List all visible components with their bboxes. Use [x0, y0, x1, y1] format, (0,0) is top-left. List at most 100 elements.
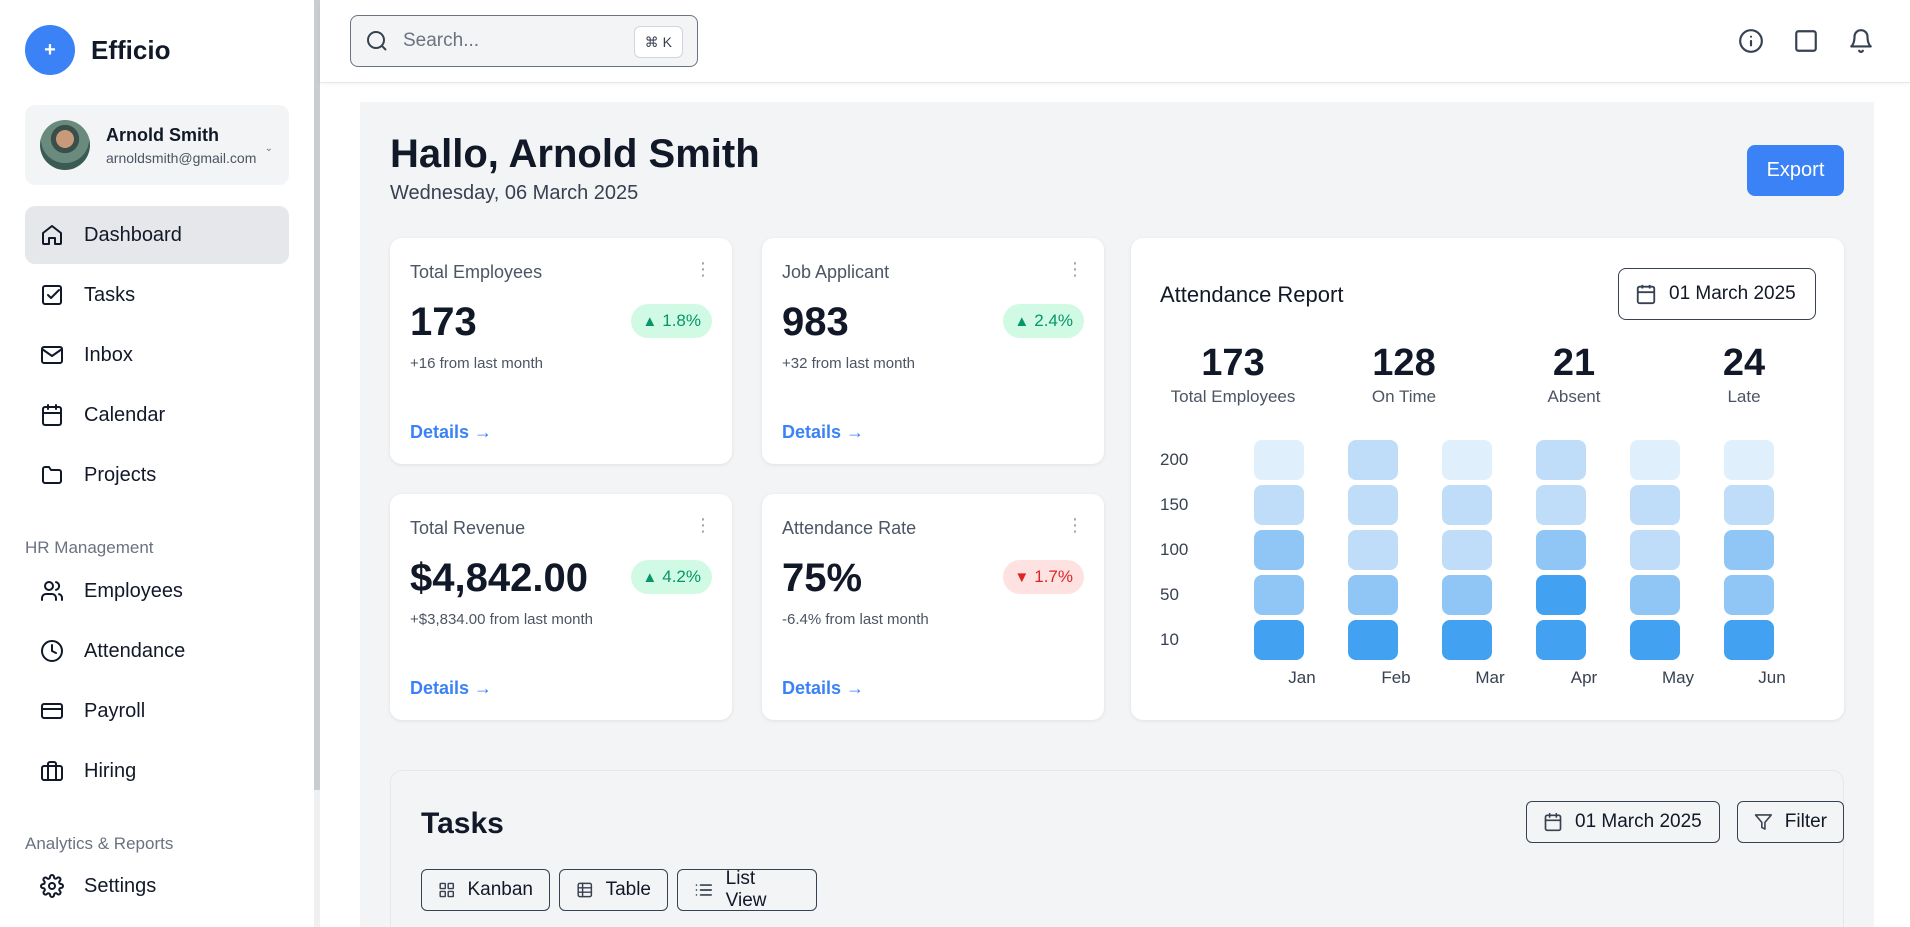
grid-icon — [439, 882, 455, 898]
export-button[interactable]: Export — [1747, 145, 1844, 196]
x-tick-label: Jun — [1758, 668, 1786, 687]
summary-absent: 21 Absent — [1499, 342, 1649, 407]
sidebar-item-tasks[interactable]: Tasks — [25, 266, 289, 324]
change-value: 1.7% — [1034, 567, 1073, 586]
info-button[interactable] — [1738, 28, 1764, 54]
sidebar-scrollbar-thumb[interactable] — [314, 0, 320, 790]
sidebar-item-label: Projects — [84, 463, 157, 486]
more-icon[interactable]: ⋮ — [694, 260, 712, 278]
square-icon — [1795, 30, 1817, 52]
details-link[interactable]: Details → — [410, 678, 492, 699]
credit-card-icon — [41, 703, 63, 719]
change-value: 4.2% — [662, 567, 701, 586]
sidebar-item-hiring[interactable]: Hiring — [25, 742, 289, 800]
sidebar-item-label: Attendance — [84, 639, 186, 662]
brand-logo: + — [25, 25, 75, 75]
sidebar-item-attendance[interactable]: Attendance — [25, 622, 289, 680]
sidebar-item-inbox[interactable]: Inbox — [25, 326, 289, 384]
main-content: Hallo, Arnold Smith Wednesday, 06 March … — [360, 102, 1874, 927]
sidebar-item-payroll[interactable]: Payroll — [25, 682, 289, 740]
y-tick-label: 50 — [1160, 585, 1179, 604]
search-placeholder: Search... — [403, 30, 480, 51]
list-icon — [695, 884, 713, 896]
mail-icon — [41, 346, 63, 364]
sidebar-item-label: Calendar — [84, 403, 166, 426]
stat-subtext: +$3,834.00 from last month — [410, 611, 594, 628]
attendance-report-card: Attendance Report 01 March 2025 173 Tota… — [1131, 238, 1844, 720]
x-tick-label: May — [1661, 668, 1695, 687]
arrow-down-icon: ▼ — [1014, 568, 1030, 586]
heatmap-cell — [1724, 485, 1774, 525]
stat-value: 173 — [410, 300, 477, 344]
search-input[interactable]: Search... ⌘ K — [350, 15, 698, 67]
chevron-down-icon: ⌄ — [264, 143, 273, 154]
heatmap-cell — [1348, 620, 1398, 660]
section-label-analytics: Analytics & Reports — [25, 834, 174, 853]
sidebar-scrollbar-track[interactable] — [314, 790, 320, 927]
sidebar-item-settings[interactable]: Settings — [25, 857, 289, 915]
details-link[interactable]: Details → — [410, 422, 492, 443]
stat-subtext: +16 from last month — [410, 355, 543, 372]
search-shortcut: ⌘ K — [633, 26, 683, 58]
stat-value: 75% — [782, 556, 863, 600]
tasks-panel: Tasks 01 March 2025 Filter Kanban Table … — [390, 770, 1844, 927]
summary-late: 24 Late — [1669, 342, 1819, 407]
view-table-button[interactable]: Table — [559, 869, 668, 911]
heatmap-cell — [1348, 440, 1398, 480]
stat-card-total-employees: Total Employees ⋮ 173 ▲ 1.8% +16 from las… — [390, 238, 732, 464]
view-list-button[interactable]: List View — [677, 868, 817, 911]
heatmap-cell — [1536, 575, 1586, 615]
user-profile-card[interactable]: Arnold Smith arnoldsmith@gmail.com ⌄ — [25, 105, 289, 185]
gear-icon — [40, 874, 64, 898]
heatmap-cell — [1724, 440, 1774, 480]
summary-label: Absent — [1547, 387, 1601, 406]
sidebar-item-dashboard[interactable]: Dashboard — [25, 206, 289, 264]
filter-button[interactable]: Filter — [1737, 801, 1844, 843]
briefcase-icon — [41, 761, 63, 781]
heatmap-cell — [1536, 530, 1586, 570]
brand[interactable]: + Efficio — [25, 25, 170, 75]
tasks-date-picker[interactable]: 01 March 2025 — [1526, 801, 1720, 843]
stat-title: Job Applicant — [782, 262, 890, 282]
stat-title: Attendance Rate — [782, 518, 917, 538]
summary-total-employees: 173 Total Employees — [1158, 342, 1308, 407]
sidebar-item-label: Inbox — [84, 343, 133, 366]
stat-title: Total Revenue — [410, 518, 526, 538]
sidebar-item-calendar[interactable]: Calendar — [25, 386, 289, 444]
view-label: Table — [605, 879, 651, 900]
folder-icon — [42, 466, 62, 484]
user-name: Arnold Smith — [106, 124, 219, 145]
view-label: Kanban — [467, 879, 533, 900]
heatmap-cell — [1442, 575, 1492, 615]
x-tick-label: Apr — [1570, 668, 1598, 687]
info-icon — [1739, 29, 1763, 53]
sidebar-item-employees[interactable]: Employees — [25, 562, 289, 620]
bell-icon — [1850, 29, 1872, 53]
stat-card-attendance-rate: Attendance Rate ⋮ 75% ▼ 1.7% -6.4% from l… — [762, 494, 1104, 720]
user-email: arnoldsmith@gmail.com — [106, 149, 257, 166]
heatmap-cell — [1536, 620, 1586, 660]
view-label: List View — [725, 868, 767, 911]
summary-value: 24 — [1722, 342, 1766, 384]
heatmap-cell — [1348, 485, 1398, 525]
details-link[interactable]: Details → — [782, 422, 864, 443]
home-icon — [42, 225, 62, 245]
more-icon[interactable]: ⋮ — [1066, 260, 1084, 278]
view-kanban-button[interactable]: Kanban — [421, 869, 550, 911]
search-icon — [367, 31, 387, 51]
clock-icon — [41, 640, 63, 662]
heatmap-cell — [1442, 620, 1492, 660]
change-badge: ▼ 1.7% — [1003, 560, 1084, 594]
sidebar-item-label: Hiring — [84, 759, 137, 782]
notifications-button[interactable] — [1848, 28, 1874, 54]
more-icon[interactable]: ⋮ — [1066, 516, 1084, 534]
window-button[interactable] — [1793, 28, 1819, 54]
summary-value: 21 — [1552, 342, 1596, 384]
x-tick-label: Mar — [1475, 668, 1505, 687]
more-icon[interactable]: ⋮ — [694, 516, 712, 534]
attendance-title: Attendance Report — [1160, 282, 1344, 307]
sidebar-item-projects[interactable]: Projects — [25, 446, 289, 504]
details-link[interactable]: Details → — [782, 678, 864, 699]
attendance-date-picker[interactable]: 01 March 2025 — [1618, 268, 1816, 320]
sidebar-item-label: Dashboard — [84, 223, 182, 246]
